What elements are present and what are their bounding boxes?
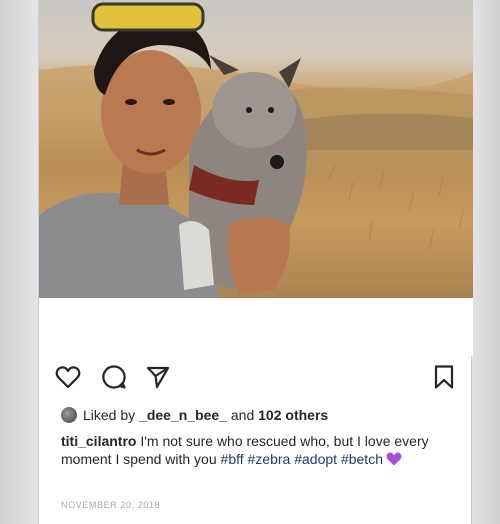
liked-by-and: and (230, 407, 255, 423)
liked-by-others-link[interactable]: 102 others (258, 407, 328, 423)
share-button[interactable] (143, 362, 173, 392)
likes-summary: Liked by _dee_n_bee_ and 102 others (61, 404, 328, 426)
send-icon (146, 366, 170, 389)
comment-button[interactable] (99, 362, 129, 392)
photo-caption-spacer (39, 298, 473, 356)
post-action-bar (39, 356, 473, 396)
liked-by-prefix: Liked by (83, 407, 136, 423)
hashtag-link[interactable]: #adopt (294, 451, 337, 467)
hashtag-link[interactable]: #betch (341, 451, 383, 467)
liked-by-user-link[interactable]: _dee_n_bee_ (139, 407, 227, 423)
heart-icon (55, 366, 81, 389)
screen-background: Liked by _dee_n_bee_ and 102 others titi… (0, 0, 500, 524)
bookmark-icon (434, 365, 454, 389)
like-button[interactable] (53, 362, 83, 392)
hashtag-link[interactable]: #zebra (248, 451, 291, 467)
hashtag-link[interactable]: #bff (221, 451, 244, 467)
instagram-post-card: Liked by _dee_n_bee_ and 102 others titi… (38, 0, 473, 524)
liker-avatar[interactable] (61, 407, 77, 423)
purple-heart-emoji (386, 452, 402, 466)
post-photo[interactable] (39, 0, 473, 298)
comment-icon (102, 365, 126, 389)
post-date: NOVEMBER 20, 2018 (61, 500, 161, 510)
caption-username-link[interactable]: titi_cilantro (61, 433, 136, 449)
post-caption: titi_cilantro I'm not sure who rescued w… (61, 432, 461, 468)
photo-illustration (39, 2, 473, 298)
save-button[interactable] (429, 362, 459, 392)
